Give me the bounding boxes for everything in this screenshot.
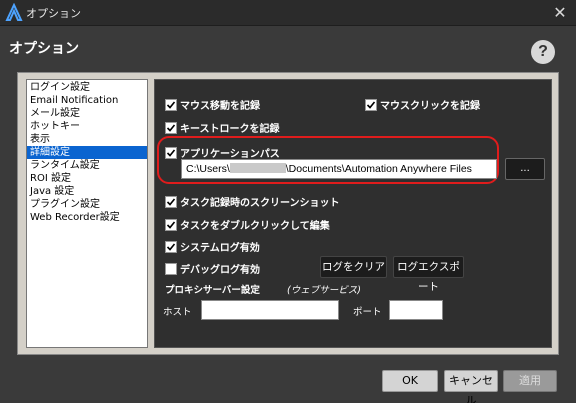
checkbox-label: アプリケーションパス — [180, 149, 280, 160]
category-list[interactable]: ログイン設定 Email Notification メール設定 ホットキー 表示 詳細設定… — [26, 79, 148, 348]
checkbox-label: システムログ有効 — [180, 243, 260, 254]
proxy-section-subtitle: (ウェブサービス) — [287, 285, 361, 296]
browse-button[interactable]: ... — [505, 158, 545, 180]
checkbox-box — [165, 195, 177, 208]
category-item[interactable]: Java 設定 — [27, 185, 147, 198]
category-item[interactable]: メール設定 — [27, 107, 147, 120]
title-bar: オプション ✕ — [0, 0, 576, 26]
checkmark-icon — [166, 197, 176, 206]
help-icon: ? — [538, 43, 548, 60]
checkbox-label: タスクをダブルクリックして編集 — [180, 221, 330, 232]
ok-button[interactable]: OK — [382, 370, 438, 392]
checkmark-icon — [366, 100, 376, 109]
settings-area: マウス移動を記録 マウスクリックを記録 キーストロークを記録 アプリケーションパ… — [154, 79, 552, 348]
system-log-checkbox[interactable]: システムログ有効 — [165, 239, 260, 254]
category-item[interactable]: 詳細設定 — [27, 146, 147, 159]
checkbox-label: マウスクリックを記録 — [380, 101, 480, 112]
checkbox-box — [165, 98, 177, 111]
checkbox-box — [165, 146, 177, 159]
double-click-edit-checkbox[interactable]: タスクをダブルクリックして編集 — [165, 217, 330, 232]
app-path-input[interactable]: C:\Users\ \Documents\Automation Anywhere … — [181, 159, 497, 179]
app-logo-icon — [5, 3, 23, 21]
debug-log-checkbox[interactable]: デバッグログ有効 — [165, 261, 260, 276]
options-panel: ログイン設定 Email Notification メール設定 ホットキー 表示 詳細設定… — [17, 72, 559, 355]
record-keystroke-checkbox[interactable]: キーストロークを記録 — [165, 120, 280, 135]
path-prefix: C:\Users\ — [186, 163, 230, 175]
help-button[interactable]: ? — [531, 40, 555, 64]
proxy-host-label: ホスト — [163, 307, 192, 318]
close-button[interactable]: ✕ — [550, 3, 570, 23]
export-log-button[interactable]: ログエクスポート — [393, 256, 464, 293]
screenshot-on-record-checkbox[interactable]: タスク記録時のスクリーンショット — [165, 194, 340, 209]
checkbox-label: タスク記録時のスクリーンショット — [180, 198, 340, 209]
category-item[interactable]: Email Notification — [27, 94, 147, 107]
apply-button[interactable]: 適用 — [503, 370, 557, 392]
clear-log-button[interactable]: ログをクリア — [320, 256, 387, 278]
app-path-checkbox[interactable]: アプリケーションパス — [165, 145, 280, 160]
checkbox-label: キーストロークを記録 — [180, 124, 280, 135]
record-mouse-move-checkbox[interactable]: マウス移動を記録 — [165, 97, 260, 112]
checkbox-box — [165, 240, 177, 253]
checkbox-label: デバッグログ有効 — [180, 265, 260, 276]
proxy-section-title: プロキシサーバー設定 — [165, 285, 260, 296]
proxy-host-input[interactable] — [201, 300, 339, 320]
checkbox-label: マウス移動を記録 — [180, 101, 260, 112]
checkmark-icon — [166, 148, 176, 157]
checkmark-icon — [166, 100, 176, 109]
close-icon: ✕ — [553, 3, 567, 22]
cancel-button[interactable]: キャンセル — [444, 370, 498, 403]
checkbox-box — [165, 218, 177, 231]
page-title: オプション — [9, 41, 79, 57]
checkbox-box — [165, 121, 177, 134]
checkmark-icon — [166, 220, 176, 229]
window-title: オプション — [26, 7, 81, 20]
path-suffix: \Documents\Automation Anywhere Files — [285, 163, 472, 175]
category-item[interactable]: ランタイム設定 — [27, 159, 147, 172]
category-item[interactable]: プラグイン設定 — [27, 198, 147, 211]
checkmark-icon — [166, 242, 176, 251]
category-item[interactable]: ホットキー — [27, 120, 147, 133]
proxy-port-input[interactable] — [389, 300, 443, 320]
checkbox-box — [165, 262, 177, 275]
record-mouse-click-checkbox[interactable]: マウスクリックを記録 — [365, 97, 480, 112]
category-item[interactable]: ログイン設定 — [27, 81, 147, 94]
proxy-port-label: ポート — [353, 307, 382, 318]
checkbox-box — [365, 98, 377, 111]
redacted-username — [229, 163, 286, 174]
category-item[interactable]: 表示 — [27, 133, 147, 146]
category-item[interactable]: ROI 設定 — [27, 172, 147, 185]
checkmark-icon — [166, 123, 176, 132]
category-item[interactable]: Web Recorder設定 — [27, 211, 147, 224]
